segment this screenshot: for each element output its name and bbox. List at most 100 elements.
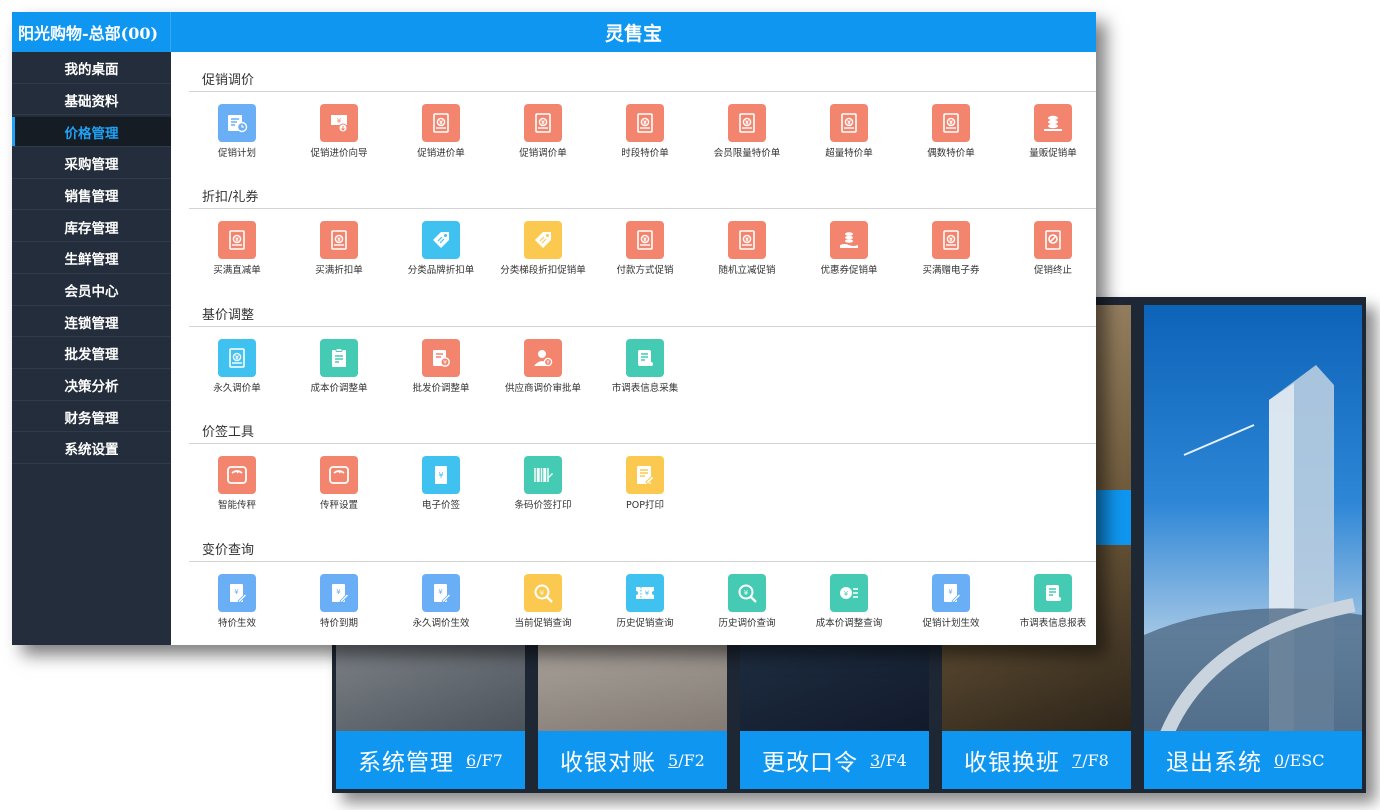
function-label: 偶数特价单 [927, 148, 975, 159]
function-item[interactable]: 优惠券促销单 [801, 221, 897, 276]
svg-text:¥: ¥ [948, 588, 953, 596]
yuan-doc-icon: ¥ [320, 574, 358, 612]
function-item[interactable]: ¥ 成本价调整查询 [801, 574, 897, 629]
function-item[interactable]: 超量特价单 [801, 104, 897, 159]
stop-icon [1034, 221, 1072, 259]
function-item[interactable]: 付款方式促销 [597, 221, 693, 276]
scale-icon [320, 456, 358, 494]
function-item[interactable]: POP打印 [597, 456, 693, 511]
sidebar-item-inventory[interactable]: 库存管理 [12, 212, 171, 243]
function-label: 电子价签 [421, 500, 460, 511]
section: 促销调价 促销计划 ¥ 促销进价向导 促销进价单 促销调价单 时段特价单 会员限量特价单 超量特… [189, 66, 1096, 172]
function-item[interactable]: ¥ 永久调价生效 [393, 574, 489, 629]
function-item[interactable]: 买满直减单 [189, 221, 285, 276]
function-item[interactable]: 促销进价单 [393, 104, 489, 159]
tile-label: 退出系统 [1166, 750, 1262, 776]
svg-text:¥: ¥ [438, 471, 443, 480]
doc-yuan-icon: ¥ [422, 339, 460, 377]
sidebar-item-finance[interactable]: 财务管理 [12, 402, 171, 433]
sidebar-item-analysis[interactable]: 决策分析 [12, 370, 171, 401]
function-item[interactable]: ¥ 特价到期 [291, 574, 387, 629]
function-label: 超量特价单 [825, 148, 873, 159]
function-item[interactable]: 买满折扣单 [291, 221, 387, 276]
function-item[interactable]: 促销调价单 [495, 104, 591, 159]
yuan-receipt-icon [830, 104, 868, 142]
sidebar-item-wholesale[interactable]: 批发管理 [12, 338, 171, 369]
function-item[interactable]: 智能传秤 [189, 456, 285, 511]
yuan-receipt-icon [728, 221, 766, 259]
function-item[interactable]: 永久调价单 [189, 339, 285, 394]
function-item[interactable]: ¥ 电子价签 [393, 456, 489, 511]
svg-text:¥: ¥ [438, 588, 443, 596]
function-label: 成本价调整单 [310, 383, 368, 394]
function-item[interactable]: 市调表信息报表 [1005, 574, 1096, 629]
scale-icon [218, 456, 256, 494]
function-label: 永久调价单 [213, 383, 261, 394]
function-label: 当前促销查询 [514, 618, 572, 629]
function-label: 促销调价单 [519, 148, 567, 159]
function-item[interactable]: 偶数特价单 [903, 104, 999, 159]
function-item[interactable]: ¥ 历史调价查询 [699, 574, 795, 629]
plan-clock-icon [218, 104, 256, 142]
function-item[interactable]: ¥ 促销进价向导 [291, 104, 387, 159]
sidebar-item-sales[interactable]: 销售管理 [12, 180, 171, 211]
function-label: 历史调价查询 [718, 618, 776, 629]
function-item[interactable]: 会员限量特价单 [699, 104, 795, 159]
function-item[interactable]: ¥ 特价生效 [189, 574, 285, 629]
scroll-icon [1034, 574, 1072, 612]
shortcut-key: 5/F2 [668, 750, 705, 770]
tile-label: 收银换班 [964, 750, 1060, 776]
function-item[interactable]: 随机立减促销 [699, 221, 795, 276]
function-item[interactable]: ¥ 促销计划生效 [903, 574, 999, 629]
sidebar-item-fresh[interactable]: 生鲜管理 [12, 243, 171, 274]
function-label: 优惠券促销单 [820, 265, 878, 276]
sidebar-item-settings[interactable]: 系统设置 [12, 433, 171, 464]
function-item[interactable]: 成本价调整单 [291, 339, 387, 394]
function-item[interactable]: 量贩促销单 [1005, 104, 1096, 159]
function-label: 条码价签打印 [514, 500, 572, 511]
sidebar-item-member[interactable]: 会员中心 [12, 275, 171, 306]
svg-text:¥: ¥ [844, 590, 849, 598]
function-label: 量贩促销单 [1029, 148, 1077, 159]
sidebar-item-desktop[interactable]: 我的桌面 [12, 53, 171, 84]
sidebar-item-price-management[interactable]: 价格管理 [12, 117, 171, 148]
sidebar-item-basic-data[interactable]: 基础资料 [12, 85, 171, 116]
function-item[interactable]: 买满赠电子券 [903, 221, 999, 276]
function-item[interactable]: 分类梯段折扣促销单 [495, 221, 591, 276]
section: 价签工具 智能传秤 传秤设置 ¥ 电子价签 条码价签打印 POP打印 [189, 418, 1096, 524]
function-item[interactable]: 分类品牌折扣单 [393, 221, 489, 276]
function-grid: 永久调价单 成本价调整单 ¥ 批发价调整单 ¥ 供应商调价审批单 市调表信息采集 [189, 327, 1096, 407]
coin-hand-icon [830, 221, 868, 259]
function-item[interactable]: 传秤设置 [291, 456, 387, 511]
sidebar-item-purchase[interactable]: 采购管理 [12, 148, 171, 179]
function-item[interactable]: 条码价签打印 [495, 456, 591, 511]
yuan-doc-icon: ¥ [422, 574, 460, 612]
section: 折扣/礼券 买满直减单 买满折扣单 分类品牌折扣单 分类梯段折扣促销单 付款方式促销 随机立… [189, 183, 1096, 289]
store-brand: 阳光购物-总部(00) [12, 12, 171, 52]
function-item[interactable]: ¥ 当前促销查询 [495, 574, 591, 629]
function-item[interactable]: ¥ 供应商调价审批单 [495, 339, 591, 394]
function-panel: 促销调价 促销计划 ¥ 促销进价向导 促销进价单 促销调价单 时段特价单 会员限量特价单 超量特… [171, 52, 1096, 645]
function-item[interactable]: ¥ 批发价调整单 [393, 339, 489, 394]
function-item[interactable]: 促销计划 [189, 104, 285, 159]
sidebar-item-chain[interactable]: 连锁管理 [12, 307, 171, 338]
yuan-receipt-icon [932, 221, 970, 259]
function-grid: ¥ 特价生效 ¥ 特价到期 ¥ 永久调价生效 ¥ 当前促销查询 ¥ 历史促销查询 ¥ 历史调价查询 ¥ 成… [189, 562, 1096, 642]
yuan-receipt-icon [422, 104, 460, 142]
coin-list-icon: ¥ [830, 574, 868, 612]
function-label: 供应商调价审批单 [504, 383, 581, 394]
svg-text:¥: ¥ [336, 588, 341, 596]
clipboard-icon [320, 339, 358, 377]
function-item[interactable]: 促销终止 [1005, 221, 1096, 276]
function-item[interactable]: ¥ 历史促销查询 [597, 574, 693, 629]
function-item[interactable]: 时段特价单 [597, 104, 693, 159]
shortcut-key: 0/ESC [1274, 750, 1325, 770]
function-item[interactable]: 市调表信息采集 [597, 339, 693, 394]
function-label: 付款方式促销 [616, 265, 674, 276]
function-grid: 促销计划 ¥ 促销进价向导 促销进价单 促销调价单 时段特价单 会员限量特价单 超量特价单 偶数… [189, 92, 1096, 172]
search-yuan-icon: ¥ [524, 574, 562, 612]
yuan-receipt-icon [218, 221, 256, 259]
function-label: 永久调价生效 [412, 618, 470, 629]
tile-exit-system[interactable]: 退出系统 0/ESC [1144, 305, 1362, 789]
function-label: 会员限量特价单 [713, 148, 781, 159]
